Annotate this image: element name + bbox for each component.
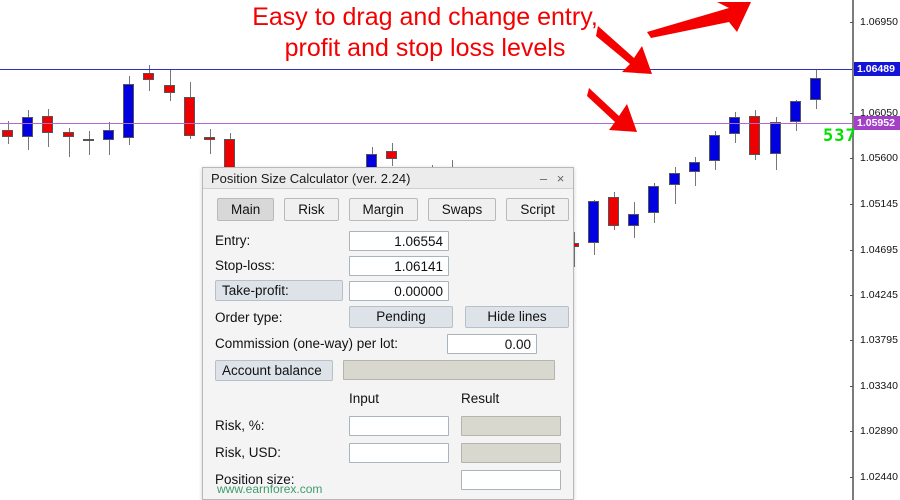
entry-input[interactable]: 1.06554: [349, 230, 449, 251]
commission-input[interactable]: 0.00: [447, 333, 537, 354]
entry-label: Entry:: [215, 233, 251, 248]
candle-body: [729, 117, 741, 134]
candle-body: [688, 161, 700, 172]
risk-percent-input[interactable]: [349, 415, 449, 436]
risk-percent-result: [461, 415, 561, 436]
stoploss-input[interactable]: 1.06141: [349, 255, 449, 276]
candle-body: [82, 139, 94, 142]
takeprofit-label-button[interactable]: Take-profit:: [215, 280, 343, 301]
earnforex-link[interactable]: www.earnforex.com: [217, 482, 322, 496]
entry-row: Entry: 1.06554: [215, 229, 573, 252]
candle-body: [628, 214, 640, 227]
result-column-header: Result: [461, 390, 500, 406]
minimize-icon[interactable]: –: [535, 170, 552, 187]
annotation-arrow-down-right-1: [596, 26, 652, 74]
account-balance-result: [343, 360, 555, 380]
stop-loss-line-badge: 1.05952: [854, 116, 900, 131]
price-tick: 1.03795: [850, 334, 900, 347]
candle-body: [22, 117, 34, 137]
ordertype-button[interactable]: Pending: [349, 306, 453, 328]
takeprofit-row: Take-profit: 0.00000: [215, 279, 573, 302]
risk-usd-result: [461, 442, 561, 463]
candle-body: [143, 73, 155, 80]
risk-usd-input[interactable]: [349, 442, 449, 463]
dialog-title: Position Size Calculator (ver. 2.24): [211, 170, 411, 186]
price-tick: 1.06950: [850, 16, 900, 29]
pips-label: 537: [823, 126, 857, 147]
candle-body: [385, 150, 397, 159]
annotation-arrow-up-right: [647, 2, 751, 38]
position-size-result[interactable]: [461, 469, 561, 490]
price-tick: 1.05600: [850, 152, 900, 165]
candle-body: [789, 101, 801, 123]
price-tick: 1.04245: [850, 289, 900, 302]
candle-body: [648, 185, 660, 214]
price-axis[interactable]: 1.06950 1.06050 1.05600 1.05145 1.04695 1.042…: [850, 0, 900, 500]
tab-swaps[interactable]: Swaps: [427, 198, 497, 221]
candle-body: [668, 172, 680, 185]
candle-wick: [88, 130, 90, 155]
account-balance-button[interactable]: Account balance: [215, 359, 333, 381]
risk-percent-label: Risk, %:: [215, 418, 265, 433]
dialog-tabs[interactable]: Main Risk Margin Swaps Script: [203, 189, 573, 221]
candle-body: [709, 134, 720, 161]
candle-body: [587, 201, 599, 244]
candle-body: [103, 130, 114, 140]
candle-body: [769, 122, 781, 154]
risk-usd-label: Risk, USD:: [215, 445, 282, 460]
tab-risk[interactable]: Risk: [284, 198, 339, 221]
candle-body: [42, 115, 54, 134]
candle-body: [123, 83, 135, 138]
account-balance-row: Account balance: [215, 357, 573, 383]
dialog-form: Entry: 1.06554 Stop-loss: 1.06141 Take-p…: [203, 221, 573, 492]
price-tick: 1.05145: [850, 198, 900, 211]
hide-lines-button[interactable]: Hide lines: [465, 306, 569, 328]
stoploss-row: Stop-loss: 1.06141: [215, 254, 573, 277]
tab-margin[interactable]: Margin: [348, 198, 418, 221]
input-column-header: Input: [349, 390, 380, 406]
annotation-arrow-down-right-2: [587, 88, 637, 132]
price-tick: 1.02890: [850, 425, 900, 438]
stop-loss-line[interactable]: [0, 123, 852, 124]
takeprofit-input[interactable]: 0.00000: [349, 280, 449, 301]
annotation-text: Easy to drag and change entry, profit an…: [252, 3, 598, 62]
risk-usd-row: Risk, USD:: [215, 440, 573, 465]
candle-wick: [210, 128, 211, 155]
candle-body: [2, 130, 13, 138]
entry-line-badge: 1.06489: [854, 62, 900, 77]
ordertype-label: Order type:: [215, 309, 283, 325]
candle-body: [810, 78, 821, 101]
position-size-calculator-dialog[interactable]: Position Size Calculator (ver. 2.24) – ×…: [202, 167, 574, 500]
price-tick: 1.03340: [850, 380, 900, 393]
ordertype-row: Order type: Pending Hide lines: [215, 304, 573, 330]
close-icon[interactable]: ×: [552, 170, 569, 187]
candle-body: [62, 132, 74, 137]
tab-main[interactable]: Main: [217, 198, 275, 221]
candle-body: [163, 85, 175, 94]
tab-script[interactable]: Script: [506, 198, 569, 221]
candle-body: [183, 96, 195, 136]
column-headers-row: Input Result: [215, 385, 573, 411]
price-tick: 1.04695: [850, 244, 900, 257]
candle-body: [204, 136, 215, 140]
price-tick: 1.02440: [850, 471, 900, 484]
candle-body: [608, 197, 619, 227]
entry-line[interactable]: [0, 69, 852, 70]
commission-label: Commission (one-way) per lot:: [215, 336, 399, 351]
risk-percent-row: Risk, %:: [215, 413, 573, 438]
dialog-titlebar[interactable]: Position Size Calculator (ver. 2.24) – ×: [203, 168, 573, 189]
stoploss-label: Stop-loss:: [215, 258, 276, 273]
commission-row: Commission (one-way) per lot: 0.00: [215, 332, 573, 355]
